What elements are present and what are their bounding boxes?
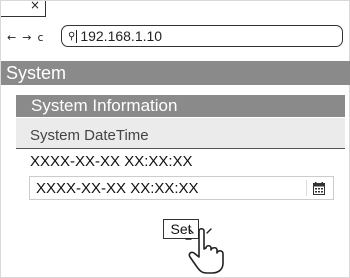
browser-tab[interactable]: × xyxy=(1,0,46,17)
search-icon: ⚲ xyxy=(68,30,76,42)
calendar-icon[interactable] xyxy=(313,182,325,195)
forward-arrow-icon[interactable]: → xyxy=(22,31,31,44)
input-divider xyxy=(306,180,307,196)
reload-icon[interactable]: c xyxy=(37,31,43,44)
section-title: System Information xyxy=(16,95,345,117)
close-icon[interactable]: × xyxy=(30,0,40,12)
address-url[interactable]: 192.168.1.10 xyxy=(80,28,162,44)
current-datetime-value: XXXX-XX-XX XX:XX:XX xyxy=(30,153,193,170)
browser-window: × ← → c ⚲ 192.168.1.10 System System Inf… xyxy=(0,0,350,278)
back-arrow-icon[interactable]: ← xyxy=(7,31,16,44)
field-label: System DateTime xyxy=(16,118,345,149)
page-title: System xyxy=(1,61,350,85)
datetime-input[interactable]: XXXX-XX-XX XX:XX:XX xyxy=(29,176,334,200)
datetime-input-value[interactable]: XXXX-XX-XX XX:XX:XX xyxy=(36,180,199,197)
address-bar[interactable]: ⚲ 192.168.1.10 xyxy=(61,25,343,47)
text-cursor xyxy=(76,29,78,43)
pointer-hand-icon xyxy=(185,227,224,274)
nav-buttons: ← → c xyxy=(7,29,44,45)
